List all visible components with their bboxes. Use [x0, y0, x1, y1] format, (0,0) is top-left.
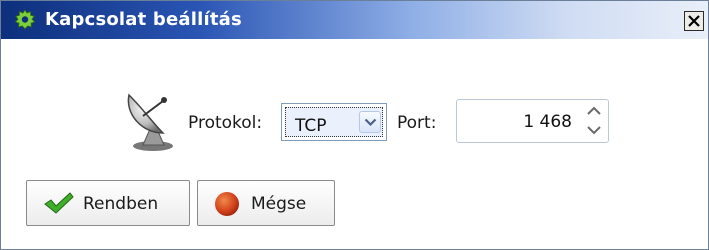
close-icon [688, 15, 700, 27]
cancel-button[interactable]: Mégse [197, 180, 335, 226]
chevron-up-icon [587, 106, 601, 115]
dropdown-button[interactable] [359, 111, 381, 133]
chevron-down-icon [364, 118, 377, 127]
ok-button[interactable]: Rendben [26, 180, 190, 226]
close-button[interactable] [684, 11, 704, 31]
protocol-select-focus: TCP [285, 107, 383, 137]
gear-icon [14, 9, 36, 31]
satellite-dish-icon [123, 83, 183, 153]
spin-down-button[interactable] [584, 122, 604, 140]
title-bar[interactable]: Kapcsolat beállítás [1, 1, 708, 39]
port-label: Port: [397, 113, 437, 133]
cancel-button-label: Mégse [251, 194, 307, 214]
protocol-value: TCP [295, 116, 327, 136]
dialog-title: Kapcsolat beállítás [45, 9, 242, 30]
protocol-label: Protokol: [188, 113, 263, 133]
port-value[interactable]: 1 468 [523, 111, 572, 133]
spin-up-button[interactable] [584, 103, 604, 121]
port-spinner[interactable]: 1 468 [456, 99, 609, 143]
dialog-window: Kapcsolat beállítás Protokol: TCP Port: … [0, 0, 709, 250]
ok-button-label: Rendben [83, 194, 159, 214]
red-circle-icon [214, 191, 240, 217]
checkmark-icon [43, 191, 75, 215]
chevron-down-icon [587, 126, 601, 135]
protocol-select[interactable]: TCP [281, 103, 387, 141]
